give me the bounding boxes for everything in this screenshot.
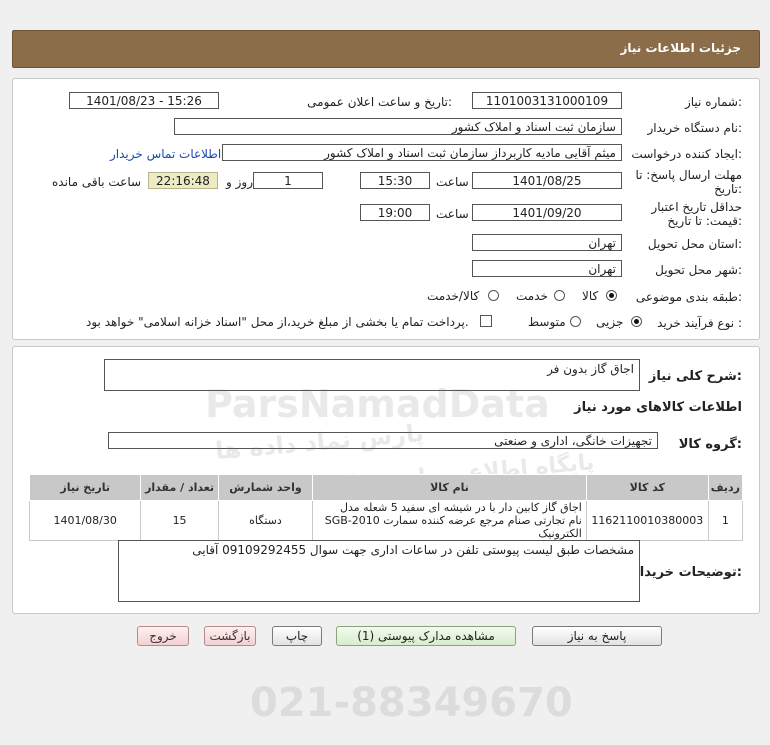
province-label: استان محل تحویل: bbox=[647, 237, 742, 251]
col-goods-name: نام کالا bbox=[312, 474, 587, 501]
page-header: جزئیات اطلاعات نیاز bbox=[12, 30, 760, 68]
table-row: 1401/08/30 15 دستگاه اجاق گاز کابین دار … bbox=[28, 500, 744, 541]
validity-label: حداقل تاریخ اعتبار قیمت: تا تاریخ: bbox=[651, 200, 742, 228]
col-goods-code: کد کالا bbox=[585, 474, 709, 501]
goods-group-field: تجهیزات خانگی، اداری و صنعتی bbox=[108, 432, 658, 449]
row-goods-name: اجاق گاز کابین دار با در شیشه ای سفید 5 … bbox=[312, 500, 587, 541]
reply-time-label: ساعت bbox=[436, 175, 469, 189]
print-button[interactable]: چاپ bbox=[272, 626, 322, 646]
page-title: جزئیات اطلاعات نیاز bbox=[620, 41, 741, 55]
announce-field: 1401/08/23 - 15:26 bbox=[69, 92, 219, 109]
process-radio-minor[interactable] bbox=[631, 316, 642, 327]
goods-group-label: گروه کالا: bbox=[678, 437, 742, 452]
remaining-time-field: 22:16:48 bbox=[148, 172, 218, 189]
city-label: شهر محل تحویل: bbox=[655, 263, 742, 277]
buyer-label: نام دستگاه خریدار: bbox=[647, 121, 743, 135]
announce-label: تاریخ و ساعت اعلان عمومی: bbox=[307, 95, 452, 109]
remaining-label: ساعت باقی مانده bbox=[52, 175, 142, 189]
col-quantity: تعداد / مقدار bbox=[140, 474, 219, 501]
creator-field: میثم آقایی مادیه کاربرداز سازمان ثبت اسن… bbox=[222, 144, 622, 161]
row-index: 1 bbox=[707, 500, 744, 541]
buyer-contact-link[interactable]: اطلاعات تماس خریدار bbox=[110, 147, 221, 161]
col-row-index: ردیف bbox=[707, 474, 744, 501]
goods-table: تاریخ نیاز تعداد / مقدار واحد شمارش نام … bbox=[28, 474, 744, 541]
summary-field: اجاق گاز بدون فر bbox=[104, 359, 640, 391]
buyer-notes-field: مشخصات طبق لیست پیوستی تلفن در ساعات ادا… bbox=[118, 540, 640, 602]
category-label: طبقه بندی موضوعی: bbox=[635, 290, 742, 304]
validity-time-label: ساعت bbox=[436, 207, 469, 221]
summary-label: شرح کلی نیاز: bbox=[648, 369, 742, 384]
validity-date-field: 1401/09/20 bbox=[472, 204, 622, 221]
category-radio-service[interactable] bbox=[554, 290, 565, 301]
process-option-minor: جزیی bbox=[596, 315, 624, 329]
col-unit: واحد شمارش bbox=[217, 474, 314, 501]
category-radio-goods-service[interactable] bbox=[488, 290, 499, 301]
days-label: روز و bbox=[226, 175, 253, 189]
goods-info-title: اطلاعات کالاهای مورد نیاز bbox=[574, 400, 742, 415]
category-radio-goods[interactable] bbox=[606, 290, 617, 301]
back-button[interactable]: بازگشت bbox=[204, 626, 256, 646]
province-field: تهران bbox=[472, 234, 622, 251]
col-need-date: تاریخ نیاز bbox=[28, 474, 142, 501]
creator-label: ایجاد کننده درخواست: bbox=[631, 147, 742, 161]
category-option-service: خدمت bbox=[516, 289, 548, 303]
exit-button[interactable]: خروج bbox=[137, 626, 189, 646]
treasury-payment-checkbox[interactable] bbox=[480, 315, 492, 327]
row-need-date: 1401/08/30 bbox=[28, 500, 142, 541]
row-quantity: 15 bbox=[140, 500, 219, 541]
days-field: 1 bbox=[253, 172, 323, 189]
row-unit: دستگاه bbox=[217, 500, 314, 541]
process-radio-medium[interactable] bbox=[570, 316, 581, 327]
reply-date-field: 1401/08/25 bbox=[472, 172, 622, 189]
process-label: نوع فرآیند خرید : bbox=[657, 316, 742, 330]
watermark-phone: 021-88349670 bbox=[250, 680, 573, 726]
validity-time-field: 19:00 bbox=[360, 204, 430, 221]
process-option-medium: متوسط bbox=[528, 315, 566, 329]
category-option-goods-service: کالا/خدمت bbox=[427, 289, 480, 303]
row-goods-code: 1162110010380003 bbox=[585, 500, 709, 541]
reply-deadline-label: مهلت ارسال پاسخ: تا تاریخ: bbox=[635, 168, 742, 196]
need-number-field: 1101003131000109 bbox=[472, 92, 622, 109]
view-attachments-button[interactable]: مشاهده مدارک پیوستی (1) bbox=[336, 626, 516, 646]
category-option-goods: کالا bbox=[582, 289, 599, 303]
reply-button[interactable]: پاسخ به نیاز bbox=[532, 626, 662, 646]
treasury-payment-note: پرداخت تمام یا بخشی از مبلغ خرید،از محل … bbox=[86, 315, 469, 329]
city-field: تهران bbox=[472, 260, 622, 277]
buyer-notes-label: توضیحات خریدار: bbox=[632, 565, 742, 580]
buyer-field: سازمان ثبت اسناد و املاک کشور bbox=[174, 118, 622, 135]
need-number-label: شماره نیاز: bbox=[684, 95, 742, 109]
reply-time-field: 15:30 bbox=[360, 172, 430, 189]
goods-table-header: تاریخ نیاز تعداد / مقدار واحد شمارش نام … bbox=[28, 474, 744, 501]
